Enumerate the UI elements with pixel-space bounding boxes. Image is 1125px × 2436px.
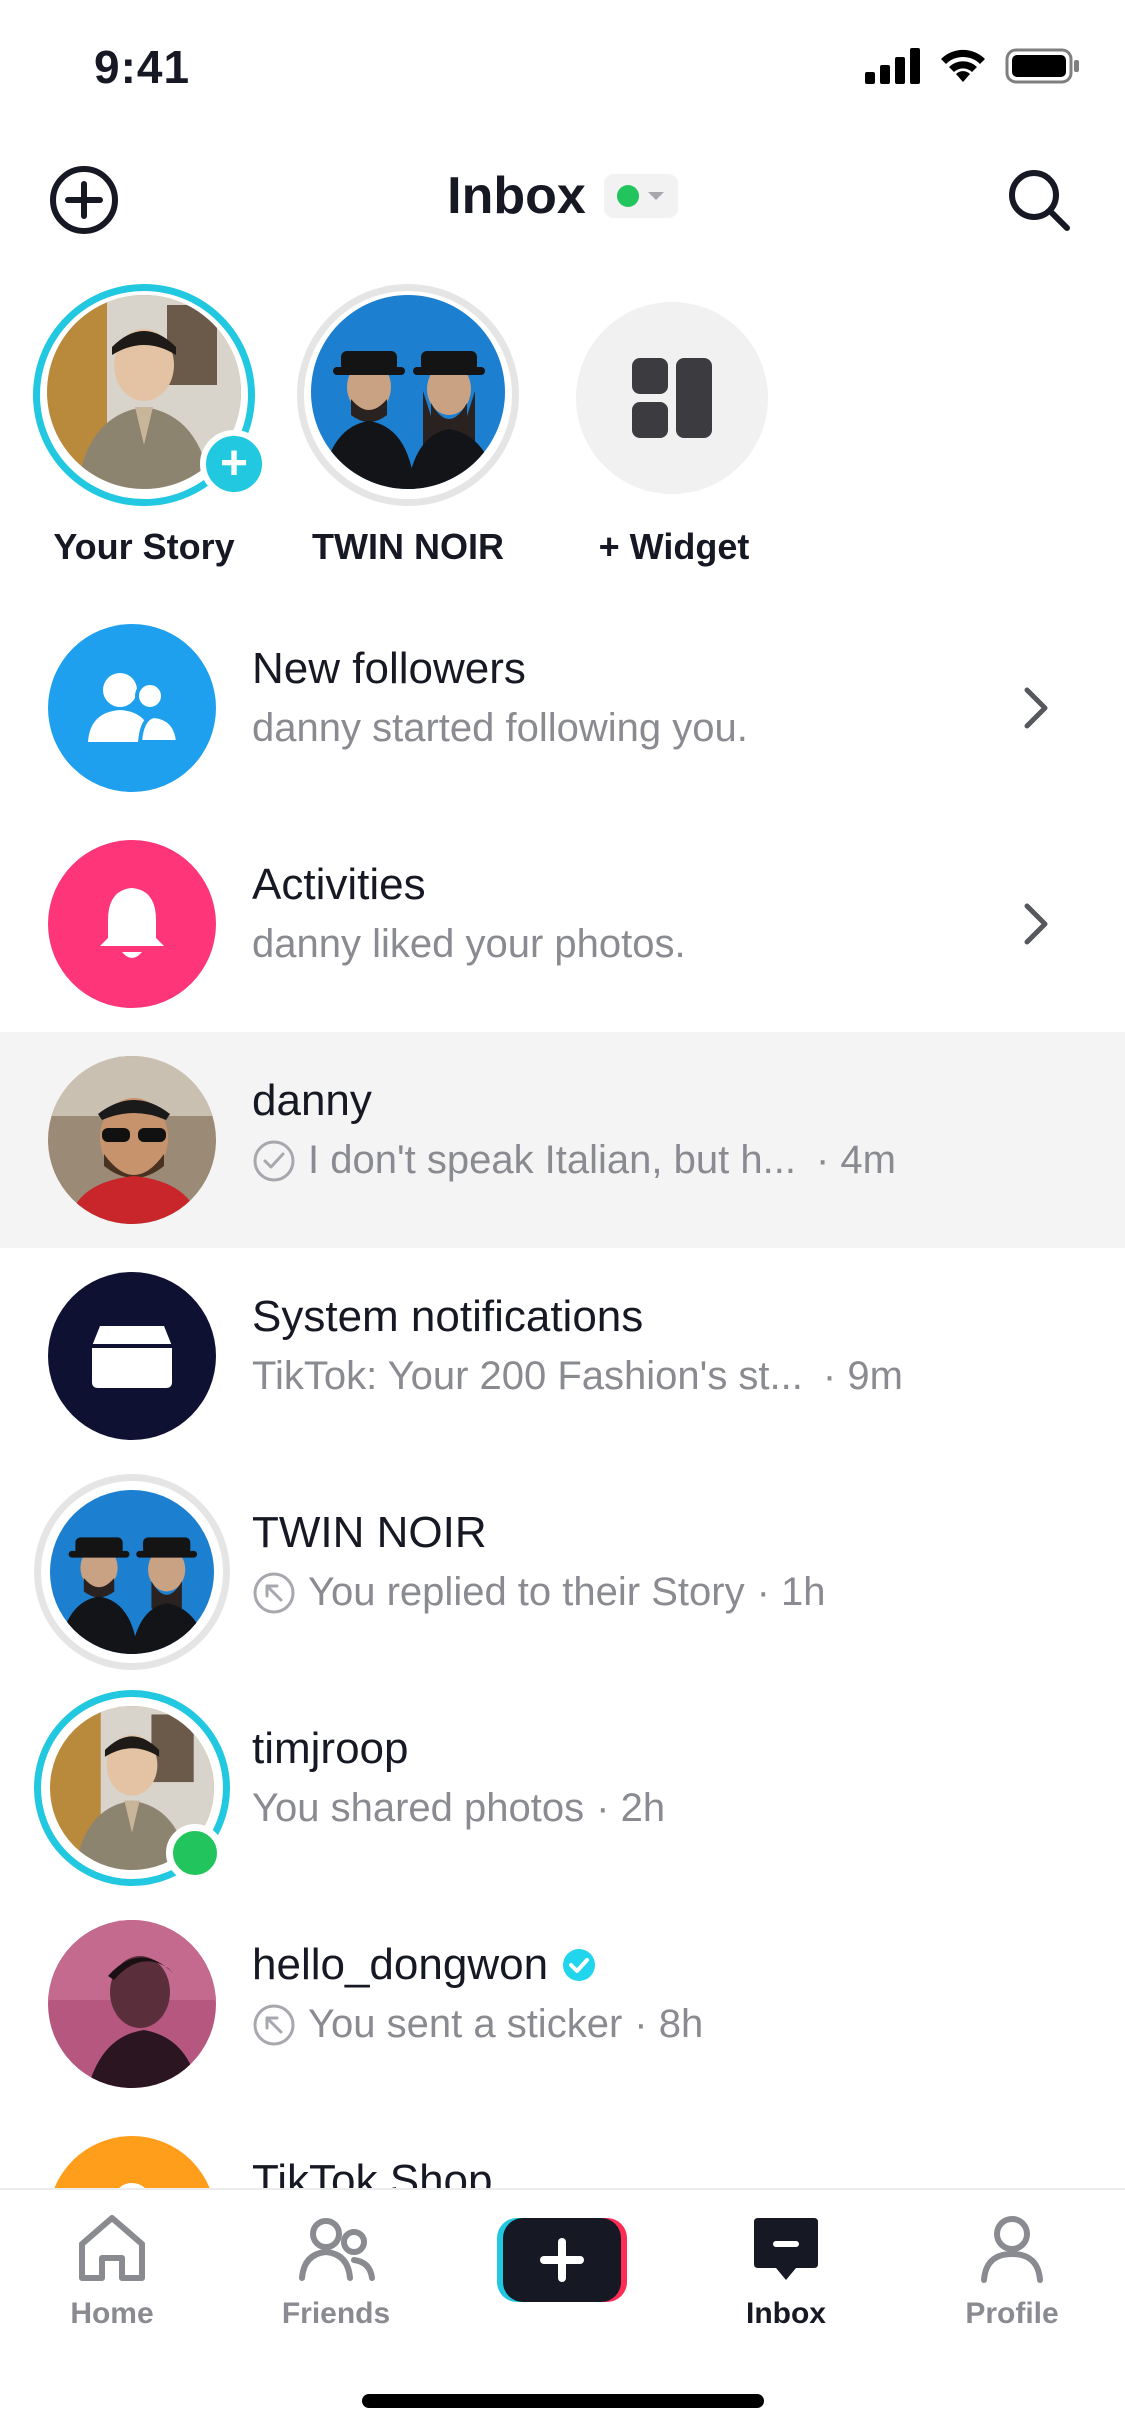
status-icons <box>865 48 1081 84</box>
message-time: · 8h <box>634 2002 704 2046</box>
row-title: TWIN NOIR <box>252 1508 487 1557</box>
avatar-ring <box>34 1474 230 1670</box>
bell-icon <box>100 888 164 958</box>
nav-inbox[interactable]: Inbox <box>696 2208 876 2338</box>
message-time: · 1h <box>756 1570 826 1614</box>
people-icon <box>88 673 180 744</box>
online-indicator <box>166 1824 224 1882</box>
row-subtitle: danny liked your photos. <box>252 922 686 966</box>
inbox-header: Inbox <box>0 140 1125 260</box>
search-icon[interactable] <box>1003 164 1075 236</box>
row-subtitle-wrap: You shared photos · 2h <box>252 1786 665 1831</box>
list-item-tiktok-shop[interactable]: TikTok Shop <box>0 2112 1125 2188</box>
list-item-hello-dongwon[interactable]: hello_dongwon You sent a sticker · 8h <box>0 1896 1125 2112</box>
activities-avatar <box>48 840 216 1008</box>
wifi-icon <box>941 49 985 82</box>
create-button[interactable] <box>497 2218 627 2302</box>
message-time: · 2h <box>596 1786 666 1830</box>
story-label: Your Story <box>53 526 235 567</box>
nav-label: Inbox <box>746 2297 826 2330</box>
battery-icon <box>1005 48 1079 84</box>
avatar <box>50 1490 214 1654</box>
followers-avatar <box>48 624 216 792</box>
caret-down-icon <box>647 192 664 200</box>
system-avatar <box>48 1272 216 1440</box>
row-title: System notifications <box>252 1292 644 1341</box>
avatar <box>48 1056 216 1224</box>
profile-icon <box>981 2216 1043 2283</box>
nav-label: Friends <box>281 2297 391 2330</box>
status-bar: 9:41 <box>0 0 1125 140</box>
row-subtitle-wrap: You replied to their Story · 1h <box>252 1570 826 1615</box>
story-add-widget[interactable]: + Widget <box>552 280 792 580</box>
list-item-danny[interactable]: danny I don't speak Italian, but h... · … <box>0 1032 1125 1248</box>
create-plus-icon <box>497 2218 627 2302</box>
message-time: · 4m <box>815 1138 896 1182</box>
stories-row: + Your Story TWIN NOIR + Widget <box>0 280 1125 580</box>
row-title: Activities <box>252 860 426 909</box>
shop-bag-icon <box>119 2183 145 2188</box>
reply-arrow-icon <box>253 1572 295 1613</box>
message-preview: You replied to their Story <box>308 1570 745 1614</box>
read-check-icon <box>253 1140 295 1181</box>
home-icon <box>79 2215 145 2281</box>
inbox-message-icon <box>754 2218 818 2280</box>
message-time: · 9m <box>822 1354 903 1398</box>
avatar <box>48 1920 216 2088</box>
nav-label: Home <box>70 2297 154 2330</box>
nav-profile[interactable]: Profile <box>922 2208 1102 2338</box>
widget-circle <box>576 302 768 494</box>
message-preview: I don't speak Italian, but h... <box>308 1138 796 1182</box>
row-title: TikTok Shop <box>252 2156 493 2188</box>
row-title: danny <box>252 1076 372 1125</box>
row-title: New followers <box>252 644 526 693</box>
header-title-wrap: Inbox <box>0 166 1125 226</box>
list-item-new-followers[interactable]: New followers danny started following yo… <box>0 600 1125 816</box>
reply-arrow-icon <box>253 2004 295 2045</box>
nav-friends[interactable]: Friends <box>246 2208 426 2338</box>
friends-icon <box>299 2218 375 2281</box>
list-item-timjroop[interactable]: timjroop You shared photos · 2h <box>0 1680 1125 1896</box>
message-preview: TikTok: Your 200 Fashion's st... <box>252 1354 803 1398</box>
story-your-story[interactable]: + Your Story <box>22 280 268 580</box>
story-label: TWIN NOIR <box>312 526 504 567</box>
cellular-signal-icon <box>865 48 920 84</box>
avatar <box>311 295 505 489</box>
story-twin-noir[interactable]: TWIN NOIR <box>286 280 526 580</box>
row-subtitle: danny started following you. <box>252 706 748 750</box>
inbox-tray-icon <box>92 1326 172 1388</box>
row-title: hello_dongwon <box>252 1940 549 1989</box>
add-story-badge[interactable]: + <box>200 430 268 498</box>
list-item-activities[interactable]: Activities danny liked your photos. <box>0 816 1125 1032</box>
verified-badge-icon <box>563 1949 596 1981</box>
chevron-right-icon <box>1024 687 1048 729</box>
online-status-dot <box>616 185 639 207</box>
row-title: timjroop <box>252 1724 409 1773</box>
list-item-twin-noir[interactable]: TWIN NOIR You replied to their Story · 1… <box>0 1464 1125 1680</box>
row-subtitle-wrap: TikTok: Your 200 Fashion's st... · 9m <box>252 1354 903 1399</box>
shop-avatar <box>48 2136 216 2188</box>
widget-icon <box>632 358 712 438</box>
home-indicator <box>362 2394 764 2408</box>
message-preview: You sent a sticker <box>308 2002 623 2046</box>
row-subtitle-wrap: I don't speak Italian, but h... · 4m <box>252 1138 896 1183</box>
list-item-system-notifications[interactable]: System notifications TikTok: Your 200 Fa… <box>0 1248 1125 1464</box>
row-title-wrap: hello_dongwon <box>252 1940 596 1990</box>
message-preview: You shared photos <box>252 1786 585 1830</box>
nav-label: Profile <box>965 2297 1059 2330</box>
nav-home[interactable]: Home <box>22 2208 202 2338</box>
page-title: Inbox <box>447 167 586 225</box>
row-subtitle-wrap: You sent a sticker · 8h <box>252 2002 703 2047</box>
story-label: + Widget <box>598 526 750 567</box>
chevron-right-icon <box>1024 903 1048 945</box>
online-status-dropdown[interactable] <box>603 174 678 218</box>
status-time: 9:41 <box>94 41 191 93</box>
